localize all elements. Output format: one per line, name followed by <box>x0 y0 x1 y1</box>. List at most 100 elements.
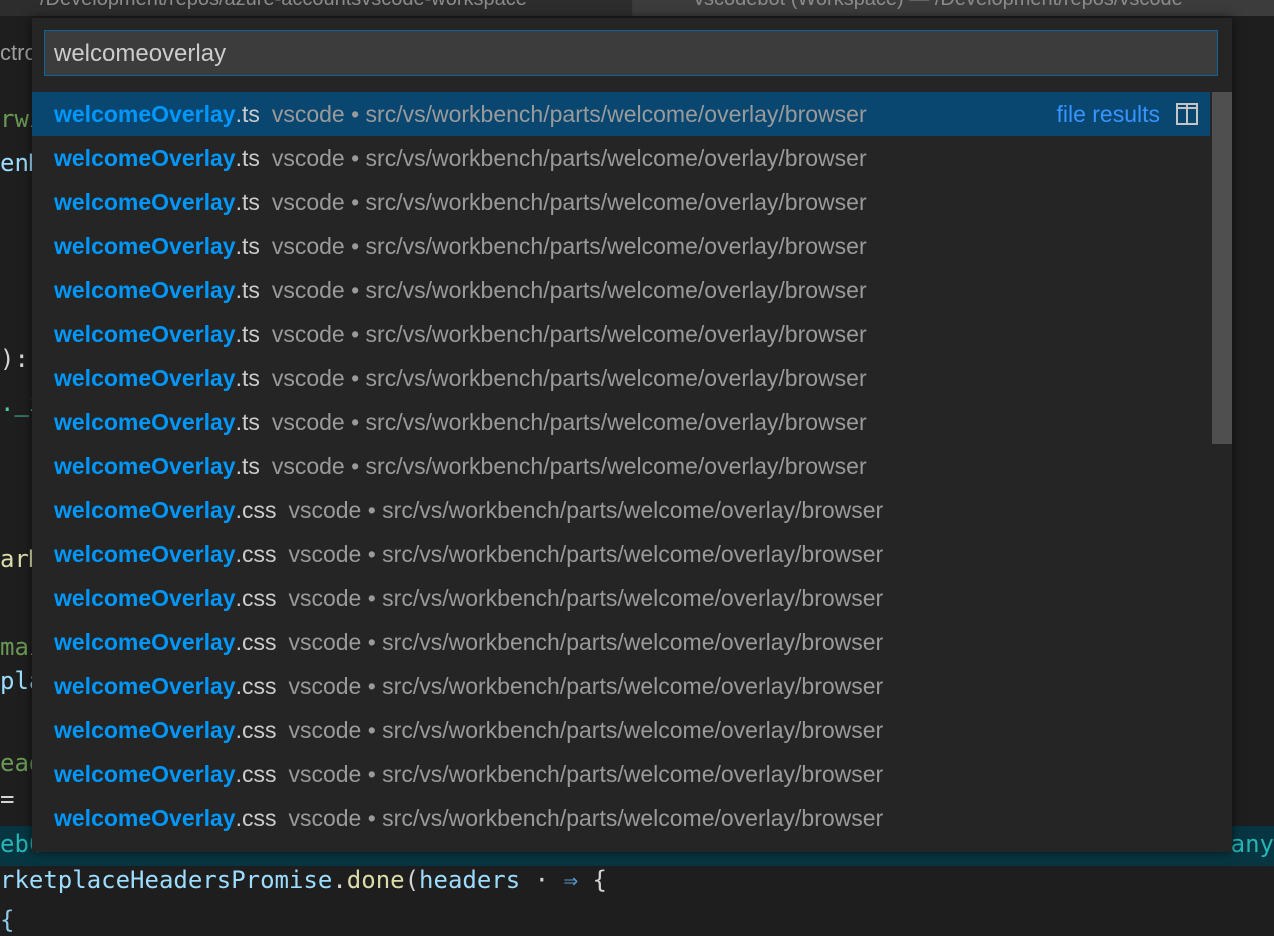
result-extension: .ts <box>235 409 260 435</box>
result-description: vscode • src/vs/workbench/parts/welcome/… <box>271 277 867 303</box>
result-match-highlight: welcomeOverlay <box>54 585 236 611</box>
code-line: { <box>0 906 15 934</box>
code-token: headers <box>419 866 521 894</box>
arrow-token: ⇒ <box>563 866 579 894</box>
result-description: vscode • src/vs/workbench/parts/welcome/… <box>271 189 867 215</box>
result-description: vscode • src/vs/workbench/parts/welcome/… <box>271 101 867 127</box>
list-scrollbar-thumb[interactable] <box>1212 92 1232 444</box>
result-extension: .css <box>235 585 277 611</box>
result-description: vscode • src/vs/workbench/parts/welcome/… <box>288 761 884 787</box>
result-match-highlight: welcomeOverlay <box>54 541 236 567</box>
result-extension: .ts <box>235 321 260 347</box>
tab-label: /Development/repos/azure-accountsvscode-… <box>0 0 632 10</box>
quick-open-result-item[interactable]: welcomeOverlay.ts vscode • src/vs/workben… <box>32 268 1210 312</box>
quick-open-result-item[interactable]: welcomeOverlay.ts vscode • src/vs/workben… <box>32 400 1210 444</box>
quick-open-result-item[interactable]: welcomeOverlay.ts vscode • src/vs/workben… <box>32 224 1210 268</box>
quick-open-widget: welcomeoverlay welcomeOverlay.ts vscode •… <box>32 18 1232 852</box>
editor-tab-active[interactable]: vscodebot (Workspace) — /Development/rep… <box>634 0 1274 16</box>
result-description: vscode • src/vs/workbench/parts/welcome/… <box>288 673 884 699</box>
quick-open-result-item[interactable]: welcomeOverlay.css vscode • src/vs/workbe… <box>32 708 1210 752</box>
result-match-highlight: welcomeOverlay <box>54 233 236 259</box>
result-match-highlight: welcomeOverlay <box>54 497 236 523</box>
result-description: vscode • src/vs/workbench/parts/welcome/… <box>288 717 884 743</box>
result-match-highlight: welcomeOverlay <box>54 761 236 787</box>
result-description: vscode • src/vs/workbench/parts/welcome/… <box>288 541 884 567</box>
result-label: welcomeOverlay.css vscode • src/vs/workbe… <box>54 576 883 620</box>
result-description: vscode • src/vs/workbench/parts/welcome/… <box>288 585 884 611</box>
result-label: welcomeOverlay.ts vscode • src/vs/workben… <box>54 400 867 444</box>
code-token: . <box>332 866 347 894</box>
quick-open-result-item[interactable]: welcomeOverlay.ts vscode • src/vs/workben… <box>32 444 1210 488</box>
result-match-highlight: welcomeOverlay <box>54 101 236 127</box>
split-editor-icon[interactable] <box>1176 103 1198 125</box>
result-match-highlight: welcomeOverlay <box>54 673 236 699</box>
result-extension: .css <box>235 673 277 699</box>
result-description: vscode • src/vs/workbench/parts/welcome/… <box>271 233 867 259</box>
result-description: vscode • src/vs/workbench/parts/welcome/… <box>271 453 867 479</box>
result-description: vscode • src/vs/workbench/parts/welcome/… <box>271 145 867 171</box>
quick-open-result-item[interactable]: welcomeOverlay.css vscode • src/vs/workbe… <box>32 620 1210 664</box>
result-extension: .css <box>235 761 277 787</box>
quick-open-result-item[interactable]: welcomeOverlay.css vscode • src/vs/workbe… <box>32 664 1210 708</box>
code-token: done <box>346 866 405 894</box>
result-label: welcomeOverlay.ts vscode • src/vs/workben… <box>54 180 867 224</box>
quick-open-result-item[interactable]: welcomeOverlay.css vscode • src/vs/workbe… <box>32 576 1210 620</box>
result-match-highlight: welcomeOverlay <box>54 409 236 435</box>
code-fragment: = <box>0 785 15 813</box>
result-label: welcomeOverlay.ts vscode • src/vs/workben… <box>54 444 867 488</box>
result-label: welcomeOverlay.css vscode • src/vs/workbe… <box>54 488 883 532</box>
editor-tab[interactable]: /Development/repos/azure-accountsvscode-… <box>0 0 634 16</box>
editor-tab-strip: /Development/repos/azure-accountsvscode-… <box>0 0 1274 16</box>
result-extension: .ts <box>235 189 260 215</box>
result-match-highlight: welcomeOverlay <box>54 145 236 171</box>
code-line: rketplaceHeadersPromise.done(headers · ⇒… <box>0 866 607 894</box>
result-match-highlight: welcomeOverlay <box>54 365 236 391</box>
result-extension: .ts <box>235 277 260 303</box>
result-match-highlight: welcomeOverlay <box>54 717 236 743</box>
quick-open-result-item[interactable]: welcomeOverlay.ts vscode • src/vs/workben… <box>32 136 1210 180</box>
result-match-highlight: welcomeOverlay <box>54 453 236 479</box>
result-description: vscode • src/vs/workbench/parts/welcome/… <box>288 629 884 655</box>
result-label: welcomeOverlay.css vscode • src/vs/workbe… <box>54 796 883 840</box>
result-label: welcomeOverlay.ts vscode • src/vs/workben… <box>54 312 867 356</box>
result-description: vscode • src/vs/workbench/parts/welcome/… <box>288 497 884 523</box>
quick-open-input[interactable]: welcomeoverlay <box>44 30 1218 76</box>
quick-open-results-list: welcomeOverlay.ts vscode • src/vs/workben… <box>32 92 1210 852</box>
quick-open-result-item[interactable]: welcomeOverlay.css vscode • src/vs/workbe… <box>32 752 1210 796</box>
result-extension: .ts <box>235 101 260 127</box>
group-label: file results <box>1056 101 1160 127</box>
quick-open-result-item[interactable]: welcomeOverlay.css vscode • src/vs/workbe… <box>32 488 1210 532</box>
result-match-highlight: welcomeOverlay <box>54 189 236 215</box>
result-description: vscode • src/vs/workbench/parts/welcome/… <box>288 805 884 831</box>
code-fragment: ): <box>0 345 29 373</box>
result-match-highlight: welcomeOverlay <box>54 805 236 831</box>
result-label: welcomeOverlay.css vscode • src/vs/workbe… <box>54 532 883 576</box>
result-label: welcomeOverlay.ts vscode • src/vs/workben… <box>54 268 867 312</box>
quick-open-result-item[interactable]: welcomeOverlay.ts vscode • src/vs/workben… <box>32 180 1210 224</box>
result-extension: .css <box>235 805 277 831</box>
result-label: welcomeOverlay.css vscode • src/vs/workbe… <box>54 752 883 796</box>
quick-open-result-item[interactable]: welcomeOverlay.css vscode • src/vs/workbe… <box>32 796 1210 840</box>
result-match-highlight: welcomeOverlay <box>54 277 236 303</box>
result-extension: .css <box>235 497 277 523</box>
result-match-highlight: welcomeOverlay <box>54 629 236 655</box>
result-extension: .ts <box>235 453 260 479</box>
quick-open-result-item[interactable]: welcomeOverlay.ts vscode • src/vs/workben… <box>32 356 1210 400</box>
quick-open-result-item[interactable]: welcomeOverlay.ts vscode • src/vs/workben… <box>32 92 1210 136</box>
result-label: welcomeOverlay.ts vscode • src/vs/workben… <box>54 92 867 136</box>
result-description: vscode • src/vs/workbench/parts/welcome/… <box>271 321 867 347</box>
quick-open-result-item[interactable]: welcomeOverlay.ts vscode • src/vs/workben… <box>32 312 1210 356</box>
result-description: vscode • src/vs/workbench/parts/welcome/… <box>271 365 867 391</box>
result-match-highlight: welcomeOverlay <box>54 321 236 347</box>
result-extension: .ts <box>235 365 260 391</box>
result-label: welcomeOverlay.ts vscode • src/vs/workben… <box>54 224 867 268</box>
result-extension: .css <box>235 541 277 567</box>
result-extension: .ts <box>235 145 260 171</box>
result-description: vscode • src/vs/workbench/parts/welcome/… <box>271 409 867 435</box>
result-label: welcomeOverlay.css vscode • src/vs/workbe… <box>54 664 883 708</box>
tab-label: vscodebot (Workspace) — /Development/rep… <box>634 0 1274 10</box>
quick-open-result-item[interactable]: welcomeOverlay.css vscode • src/vs/workbe… <box>32 532 1210 576</box>
code-token: rketplaceHeadersPromise <box>0 866 333 894</box>
result-label: welcomeOverlay.css vscode • src/vs/workbe… <box>54 708 883 752</box>
result-label: welcomeOverlay.ts vscode • src/vs/workben… <box>54 356 867 400</box>
